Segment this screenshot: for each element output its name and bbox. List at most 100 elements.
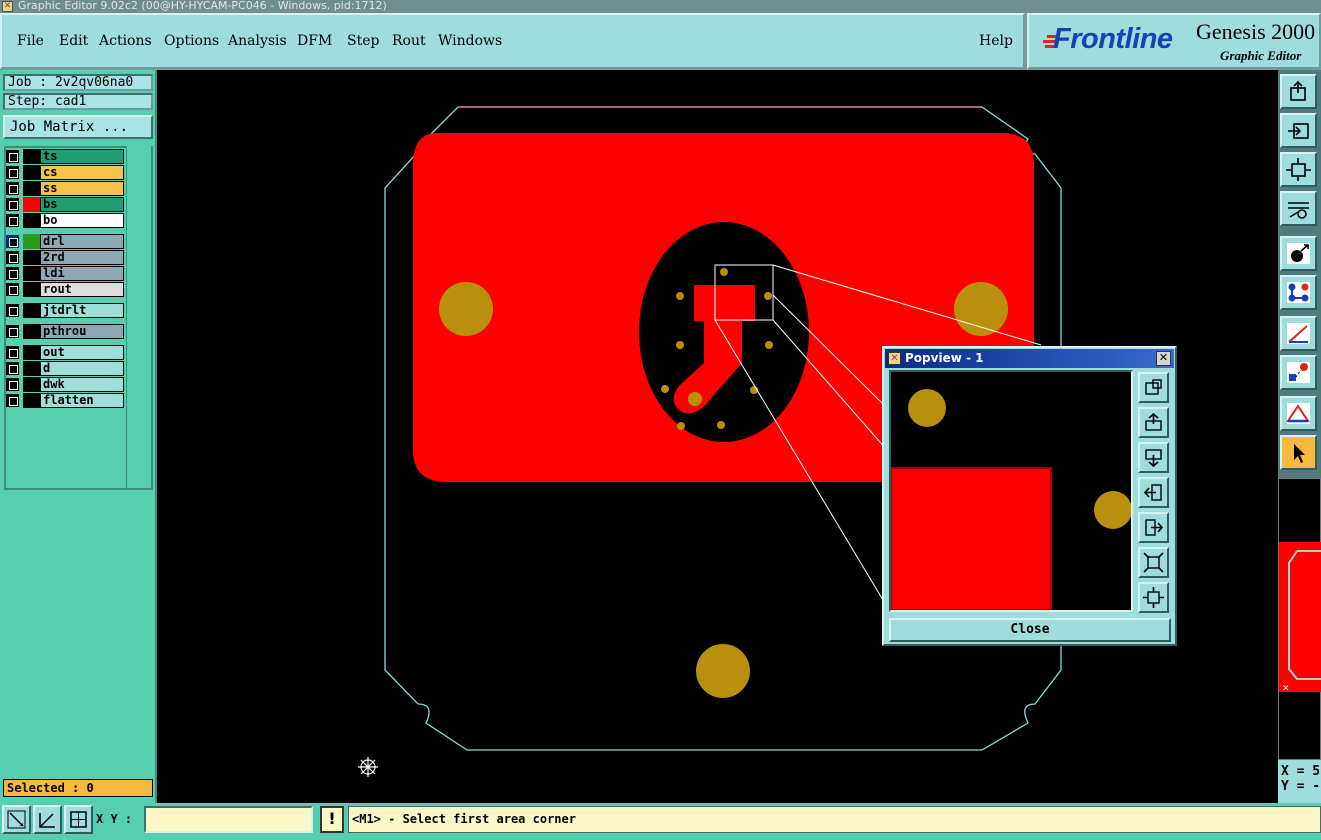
layer-name[interactable]: cs [40,165,124,180]
layer-checkbox[interactable] [6,283,19,296]
menu-actions[interactable]: Actions [99,33,152,49]
layer-name[interactable]: 2rd [40,250,124,265]
layer-name[interactable]: out [40,345,124,360]
layer-row-12[interactable]: d [4,361,125,376]
layer-checkbox[interactable] [6,304,19,317]
snap-features-icon [1287,362,1310,383]
layer-name[interactable]: d [40,361,124,376]
layer-checkbox[interactable] [6,235,19,248]
pan-down-button[interactable] [1138,442,1169,473]
layer-row-6[interactable]: 2rd [4,250,125,265]
pointer-select-button[interactable] [1280,435,1317,470]
pad-snap-button[interactable] [1280,236,1317,271]
layer-name[interactable]: ts [40,149,124,164]
layer-name[interactable]: dwk [40,377,124,392]
layer-color-swatch[interactable] [23,303,40,318]
layer-checkbox[interactable] [6,198,19,211]
menu-dfm[interactable]: DFM [297,33,332,49]
layer-name[interactable]: bs [40,197,124,212]
layer-row-5[interactable]: drl [4,234,125,249]
layer-checkbox[interactable] [6,394,19,407]
layer-row-7[interactable]: ldi [4,266,125,281]
pan-up-button[interactable] [1138,407,1169,438]
layer-row-9[interactable]: jtdrlt [4,303,125,318]
layer-row-11[interactable]: out [4,345,125,360]
measure-angle-button[interactable] [33,805,62,834]
triangle-tool-button[interactable] [1280,396,1317,431]
layer-color-swatch[interactable] [23,149,40,164]
grid-snap-button[interactable] [64,805,93,834]
layer-color-swatch[interactable] [23,213,40,228]
alert-button[interactable]: ! [320,806,344,833]
menu-windows[interactable]: Windows [438,33,502,49]
menu-options[interactable]: Options [164,33,219,49]
layer-row-8[interactable]: rout [4,282,125,297]
popview-canvas[interactable] [889,370,1133,612]
layer-row-14[interactable]: flatten [4,393,125,408]
popview-title-bar[interactable]: ✕ Popview - 1 ✕ [885,349,1174,368]
layer-checkbox[interactable] [6,182,19,195]
layer-row-4[interactable]: bo [4,213,125,228]
menu-help[interactable]: Help [979,33,1013,49]
menu-analysis[interactable]: Analysis [228,33,287,49]
zoom-in-button[interactable] [1138,547,1169,578]
layer-checkbox[interactable] [6,150,19,163]
popview-close-button[interactable]: Close [889,618,1171,642]
popview-close-x-button[interactable]: ✕ [1156,351,1171,366]
layer-row-3[interactable]: bs [4,197,125,212]
layer-color-swatch[interactable] [23,266,40,281]
menu-rout[interactable]: Rout [392,33,426,49]
layer-checkbox[interactable] [6,251,19,264]
snap-features-button[interactable] [1280,355,1317,390]
fit-screen-button[interactable] [1280,152,1317,187]
zoom-out-button[interactable] [1138,582,1169,613]
layer-row-2[interactable]: ss [4,181,125,196]
layer-row-10[interactable]: pthrou [4,324,125,339]
layer-checkbox[interactable] [6,378,19,391]
layer-list-scroll-area[interactable] [126,146,153,490]
layer-color-swatch[interactable] [23,197,40,212]
zoom-fit-button[interactable] [1138,372,1169,403]
zoom-back-button[interactable] [1280,113,1317,148]
layer-name[interactable]: jtdrlt [40,303,124,318]
layer-checkbox[interactable] [6,166,19,179]
layer-checkbox[interactable] [6,214,19,227]
layer-checkbox[interactable] [6,325,19,338]
layer-checkbox[interactable] [6,362,19,375]
layer-row-13[interactable]: dwk [4,377,125,392]
layer-color-swatch[interactable] [23,165,40,180]
layer-name[interactable]: bo [40,213,124,228]
connect-points-button[interactable] [1280,275,1317,310]
menu-step[interactable]: Step [347,33,379,49]
pan-right-button[interactable] [1138,512,1169,543]
layer-name[interactable]: pthrou [40,324,124,339]
layer-name[interactable]: flatten [40,393,124,408]
layer-checkbox[interactable] [6,267,19,280]
zoom-area-button[interactable] [2,805,31,834]
layer-color-swatch[interactable] [23,282,40,297]
job-matrix-button[interactable]: Job Matrix ... [3,115,153,139]
menu-file[interactable]: File [17,33,44,49]
layer-row-1[interactable]: cs [4,165,125,180]
layer-color-swatch[interactable] [23,234,40,249]
layer-row-0[interactable]: ts [4,149,125,164]
layer-color-swatch[interactable] [23,377,40,392]
layer-name[interactable]: ldi [40,266,124,281]
xy-input[interactable] [144,806,313,833]
menu-edit[interactable]: Edit [59,33,88,49]
layer-color-swatch[interactable] [23,250,40,265]
layer-name[interactable]: rout [40,282,124,297]
layer-name[interactable]: ss [40,181,124,196]
pan-left-button[interactable] [1138,477,1169,508]
mini-map[interactable]: ✕ [1278,478,1321,760]
zoom-home-button[interactable] [1280,74,1317,109]
layer-color-swatch[interactable] [23,361,40,376]
layer-color-swatch[interactable] [23,181,40,196]
settings-tools-button[interactable] [1280,191,1317,226]
measure-button[interactable] [1280,316,1317,351]
layer-color-swatch[interactable] [23,345,40,360]
layer-color-swatch[interactable] [23,393,40,408]
layer-name[interactable]: drl [40,234,124,249]
layer-color-swatch[interactable] [23,324,40,339]
layer-checkbox[interactable] [6,346,19,359]
